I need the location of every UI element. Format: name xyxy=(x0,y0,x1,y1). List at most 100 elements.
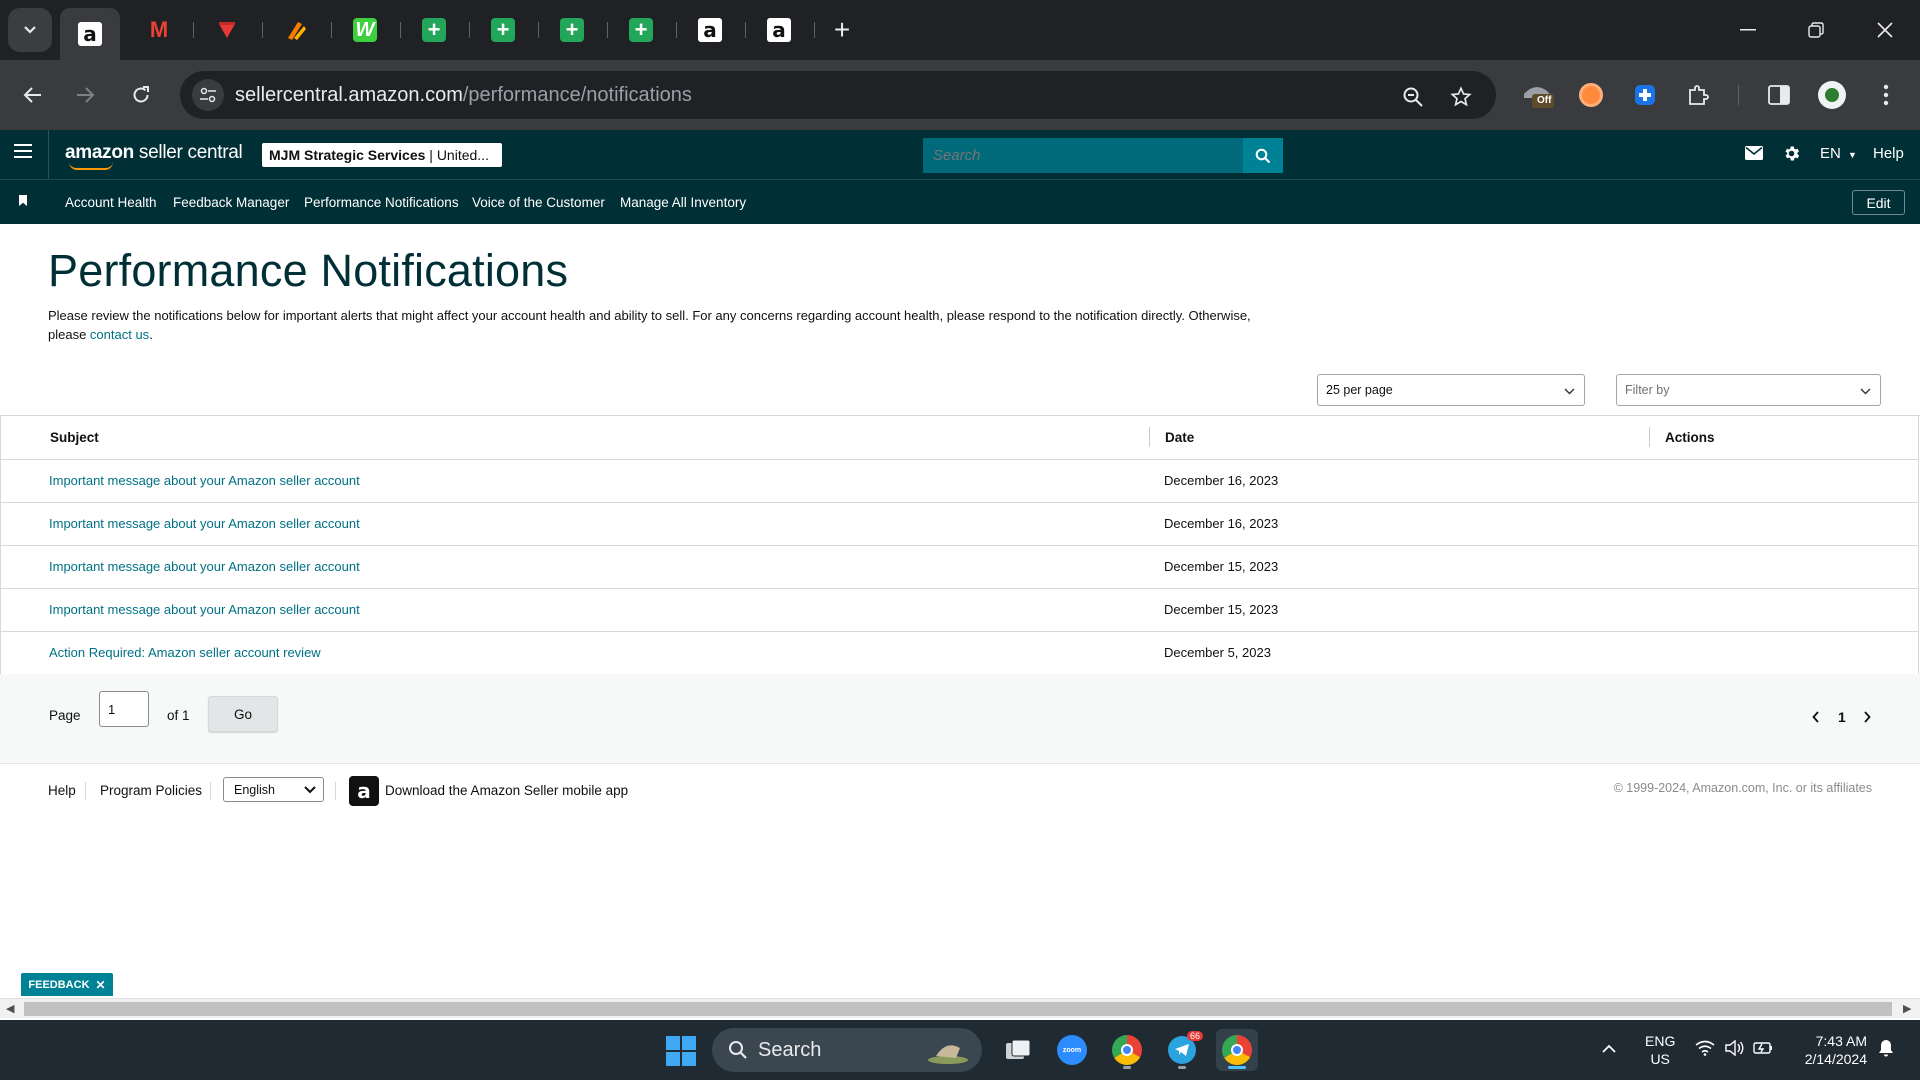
filter-by-select[interactable]: Filter by xyxy=(1616,374,1881,406)
go-button[interactable]: Go xyxy=(208,696,278,732)
blue-cross-extension-icon[interactable] xyxy=(1628,78,1662,112)
reload-button[interactable] xyxy=(123,77,159,113)
browser-tab[interactable]: M xyxy=(130,8,188,52)
battery-icon[interactable] xyxy=(1753,1040,1773,1057)
volume-icon[interactable] xyxy=(1724,1039,1744,1059)
scrollbar-thumb[interactable] xyxy=(24,1002,1892,1016)
nav-voice-of-the-customer[interactable]: Voice of the Customer xyxy=(472,195,605,210)
browser-tab[interactable]: a xyxy=(750,8,808,52)
restore-icon xyxy=(1808,22,1824,38)
help-link[interactable]: Help xyxy=(1873,145,1904,162)
mail-icon[interactable] xyxy=(1745,146,1763,164)
logo-brand: amazon xyxy=(65,142,134,163)
taskbar-search[interactable]: Search xyxy=(712,1028,982,1072)
close-icon[interactable]: ✕ xyxy=(96,978,106,992)
input-language-indicator[interactable]: ENG US xyxy=(1645,1032,1675,1068)
footer-language-select[interactable]: English xyxy=(223,777,324,802)
browser-tab[interactable]: W xyxy=(336,8,394,52)
scroll-left-icon[interactable]: ◀ xyxy=(6,1002,14,1015)
browser-tab[interactable] xyxy=(267,8,325,52)
browser-tab[interactable]: + xyxy=(474,8,532,52)
lang-bottom: US xyxy=(1650,1051,1670,1067)
sheets-favicon-icon: + xyxy=(629,17,653,42)
search-input[interactable] xyxy=(923,138,1243,173)
notification-subject-link[interactable]: Action Required: Amazon seller account r… xyxy=(49,645,321,660)
page-title: Performance Notifications xyxy=(48,245,569,296)
browser-tab[interactable]: + xyxy=(543,8,601,52)
amazon-seller-app-icon[interactable]: a xyxy=(349,776,379,806)
page-footer: Help Program Policies English a Download… xyxy=(0,770,1920,810)
red-pin-favicon-icon xyxy=(215,18,239,42)
restore-button[interactable] xyxy=(1793,12,1839,48)
tab-search-button[interactable] xyxy=(8,8,52,52)
previous-page-icon[interactable] xyxy=(1812,710,1820,726)
chrome-profile-app-icon[interactable] xyxy=(1216,1029,1258,1071)
zoom-icon[interactable] xyxy=(1399,83,1427,111)
nav-feedback-manager[interactable]: Feedback Manager xyxy=(173,195,289,210)
current-page-number[interactable]: 1 xyxy=(1838,709,1846,725)
clock-date: 2/14/2024 xyxy=(1804,1051,1867,1067)
clock[interactable]: 7:43 AM 2/14/2024 xyxy=(1793,1032,1867,1068)
feedback-button[interactable]: FEEDBACK ✕ xyxy=(21,973,113,996)
side-panel-icon[interactable] xyxy=(1762,78,1796,112)
telegram-app-icon[interactable]: 66 xyxy=(1161,1029,1203,1071)
bookmark-icon[interactable] xyxy=(19,195,27,206)
horizontal-scrollbar[interactable]: ◀ ▶ xyxy=(0,998,1920,1018)
close-window-button[interactable] xyxy=(1862,12,1908,48)
orange-circle-extension-icon[interactable] xyxy=(1574,78,1608,112)
new-tab-button[interactable]: + xyxy=(826,14,858,46)
address-bar[interactable]: sellercentral.amazon.com/performance/not… xyxy=(180,71,1496,119)
store-selector[interactable]: MJM Strategic Services | United... xyxy=(262,143,502,167)
next-page-icon[interactable] xyxy=(1863,710,1871,726)
seller-central-logo[interactable]: amazon seller central xyxy=(65,142,243,170)
page-number-input[interactable] xyxy=(99,691,149,727)
language-selector[interactable]: EN ▼ xyxy=(1820,145,1857,162)
settings-gear-icon[interactable] xyxy=(1782,144,1801,167)
chrome-app-icon[interactable] xyxy=(1106,1029,1148,1071)
chevron-down-icon xyxy=(304,781,316,797)
notification-date: December 15, 2023 xyxy=(1164,559,1279,574)
browser-tab[interactable] xyxy=(198,8,256,52)
program-policies-link[interactable]: Program Policies xyxy=(100,783,202,798)
nav-performance-notifications[interactable]: Performance Notifications xyxy=(304,195,459,210)
show-hidden-icons-chevron-icon[interactable] xyxy=(1602,1040,1616,1056)
notification-subject-link[interactable]: Important message about your Amazon sell… xyxy=(49,559,360,574)
per-page-select[interactable]: 25 per page xyxy=(1317,374,1585,406)
column-date[interactable]: Date xyxy=(1165,430,1194,445)
browser-tab[interactable]: + xyxy=(612,8,670,52)
browser-tab[interactable]: + xyxy=(405,8,463,52)
profile-avatar[interactable] xyxy=(1815,78,1849,112)
browser-tab[interactable]: a xyxy=(60,8,120,60)
edit-nav-button[interactable]: Edit xyxy=(1852,190,1905,215)
bookmark-star-icon[interactable] xyxy=(1447,83,1475,111)
scroll-right-icon[interactable]: ▶ xyxy=(1903,1002,1911,1015)
filter-placeholder: Filter by xyxy=(1625,383,1670,397)
browser-menu-icon[interactable] xyxy=(1869,78,1903,112)
browser-tab[interactable]: a xyxy=(681,8,739,52)
notification-subject-link[interactable]: Important message about your Amazon sell… xyxy=(49,473,360,488)
minimize-button[interactable] xyxy=(1725,12,1771,48)
notification-subject-link[interactable]: Important message about your Amazon sell… xyxy=(49,602,360,617)
page-label: Page xyxy=(49,708,81,723)
url-text[interactable]: sellercentral.amazon.com/performance/not… xyxy=(235,84,692,107)
column-subject[interactable]: Subject xyxy=(50,430,99,445)
extension-off-icon[interactable]: Off xyxy=(1520,78,1554,112)
site-settings-icon[interactable] xyxy=(192,79,224,111)
footer-help-link[interactable]: Help xyxy=(48,783,76,798)
nav-manage-all-inventory[interactable]: Manage All Inventory xyxy=(620,195,746,210)
language-code: EN xyxy=(1820,145,1841,162)
back-button[interactable] xyxy=(15,77,51,113)
contact-us-link[interactable]: contact us xyxy=(90,327,149,342)
wifi-icon[interactable] xyxy=(1695,1040,1715,1059)
search-button[interactable] xyxy=(1243,138,1283,173)
notification-bell-icon[interactable] xyxy=(1878,1039,1894,1060)
forward-button[interactable] xyxy=(67,77,103,113)
windows-start-icon[interactable] xyxy=(666,1036,696,1066)
hamburger-menu-icon[interactable] xyxy=(14,144,32,158)
zoom-app-icon[interactable]: zoom xyxy=(1051,1029,1093,1071)
extensions-puzzle-icon[interactable] xyxy=(1681,78,1715,112)
download-app-link[interactable]: Download the Amazon Seller mobile app xyxy=(385,783,628,798)
nav-account-health[interactable]: Account Health xyxy=(65,195,157,210)
notification-subject-link[interactable]: Important message about your Amazon sell… xyxy=(49,516,360,531)
task-view-icon[interactable] xyxy=(997,1029,1039,1071)
